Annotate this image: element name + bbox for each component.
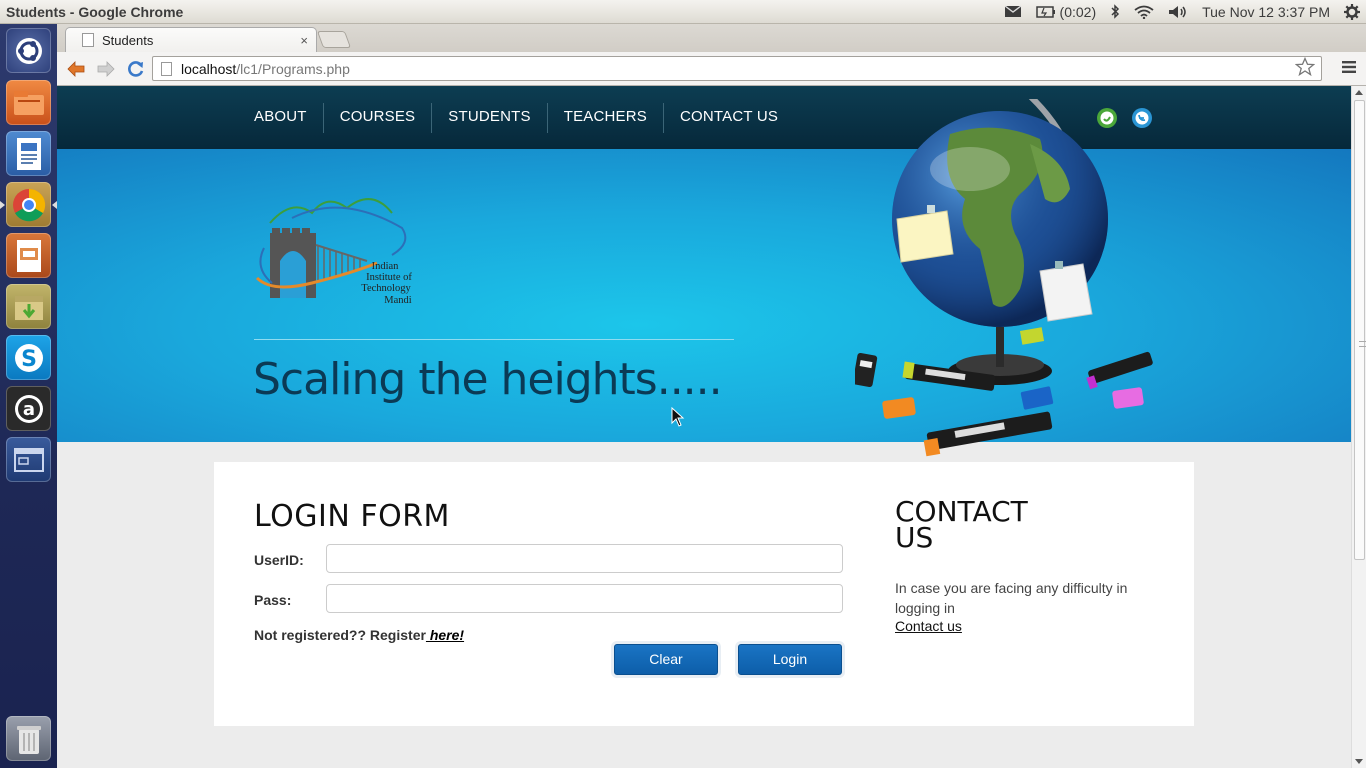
tab-title: Students: [102, 32, 154, 48]
pass-label: Pass:: [254, 592, 292, 608]
content-card: LOGIN FORM UserID: Pass: Not registered?…: [214, 462, 1194, 726]
userid-input[interactable]: [326, 544, 843, 573]
logo-line-1: Indian: [372, 261, 400, 272]
url-path: /lc1/Programs.php: [236, 60, 350, 77]
clock[interactable]: Tue Nov 12 3:37 PM: [1202, 4, 1330, 20]
globe-illustration-icon: [855, 99, 1153, 457]
new-tab-button[interactable]: [316, 31, 352, 48]
svg-text:S: S: [21, 347, 37, 372]
amazon-icon[interactable]: a: [6, 386, 51, 431]
system-top-panel: Students - Google Chrome (0:02) Tue Nov …: [0, 0, 1366, 24]
forward-arrow-icon[interactable]: [93, 56, 119, 82]
nav-contact-us[interactable]: CONTACT US: [664, 103, 794, 133]
contact-us-link[interactable]: Contact us: [895, 618, 962, 634]
bluetooth-icon[interactable]: [1110, 4, 1120, 19]
login-button[interactable]: Login: [738, 644, 842, 675]
skype-icon[interactable]: S: [6, 335, 51, 380]
url-host: localhost: [181, 60, 237, 77]
scroll-down-arrow-icon[interactable]: [1355, 759, 1363, 764]
scrollbar-thumb[interactable]: [1354, 100, 1366, 560]
running-indicator: [0, 201, 5, 209]
files-icon[interactable]: [6, 80, 51, 125]
register-prompt: Not registered?? Register here!: [254, 627, 464, 643]
writer-icon[interactable]: [6, 131, 51, 176]
svg-text:a: a: [22, 399, 34, 420]
scrollbar-grip: [1359, 341, 1366, 347]
tab-close-icon[interactable]: ×: [300, 33, 308, 48]
clear-button[interactable]: Clear: [614, 644, 718, 675]
nav-courses[interactable]: COURSES: [324, 103, 433, 133]
hero-divider: [254, 339, 734, 340]
back-arrow-icon[interactable]: [63, 56, 89, 82]
nav-about[interactable]: ABOUT: [244, 103, 324, 133]
impress-icon[interactable]: [6, 233, 51, 278]
login-form-title: LOGIN FORM: [254, 499, 450, 534]
hero-banner: Indian Institute of Technology Mandi Sca…: [57, 99, 1351, 457]
browser-toolbar: localhost/lc1/Programs.php: [57, 52, 1366, 86]
battery-time: (0:02): [1059, 3, 1097, 20]
archive-icon[interactable]: [6, 284, 51, 329]
nav-teachers[interactable]: TEACHERS: [548, 103, 664, 133]
window-title: Students - Google Chrome: [6, 3, 184, 20]
chrome-icon[interactable]: [6, 182, 51, 227]
browser-tab-strip: Students ×: [57, 24, 1366, 52]
address-bar[interactable]: localhost/lc1/Programs.php: [152, 56, 1322, 81]
mail-icon[interactable]: [1004, 5, 1022, 18]
contact-title-line2: US: [895, 521, 934, 554]
page-favicon-icon: [82, 33, 94, 47]
workspace-icon[interactable]: [6, 437, 51, 482]
bookmark-star-icon[interactable]: [1294, 56, 1316, 80]
volume-icon[interactable]: [1168, 5, 1188, 19]
tab-students[interactable]: Students ×: [65, 27, 317, 52]
register-here-link[interactable]: here!: [426, 627, 464, 643]
scroll-up-arrow-icon[interactable]: [1355, 90, 1363, 95]
nav-students[interactable]: STUDENTS: [432, 103, 548, 133]
iit-mandi-logo: Indian Institute of Technology Mandi: [252, 183, 417, 313]
main-nav: ABOUT COURSES STUDENTS TEACHERS CONTACT …: [244, 103, 794, 133]
contact-us-title: CONTACT US: [895, 498, 1055, 554]
contact-help-text: In case you are facing any difficulty in…: [895, 580, 1128, 616]
page-scrollbar[interactable]: [1351, 86, 1366, 768]
chrome-menu-icon[interactable]: [1342, 60, 1356, 79]
trash-icon[interactable]: [6, 716, 51, 761]
logo-line-2: Institute of: [366, 272, 412, 283]
settings-gear-icon[interactable]: [1344, 3, 1360, 20]
wifi-icon[interactable]: [1134, 5, 1154, 19]
reload-icon[interactable]: [123, 56, 149, 82]
unity-launcher: S a: [0, 24, 57, 768]
page-icon: [161, 61, 172, 76]
userid-label: UserID:: [254, 552, 304, 568]
ubuntu-dash-icon[interactable]: [6, 28, 51, 73]
register-text: Not registered?? Register: [254, 627, 426, 643]
indicator-area: (0:02) Tue Nov 12 3:37 PM: [1004, 3, 1366, 20]
battery-icon[interactable]: [1035, 5, 1056, 18]
pass-input[interactable]: [326, 584, 843, 613]
mouse-cursor-icon: [671, 407, 685, 427]
logo-line-4: Mandi: [384, 295, 411, 306]
logo-line-3: Technology: [361, 283, 411, 294]
hero-tagline: Scaling the heights.....: [253, 354, 723, 405]
page-viewport: ABOUT COURSES STUDENTS TEACHERS CONTACT …: [57, 86, 1351, 768]
